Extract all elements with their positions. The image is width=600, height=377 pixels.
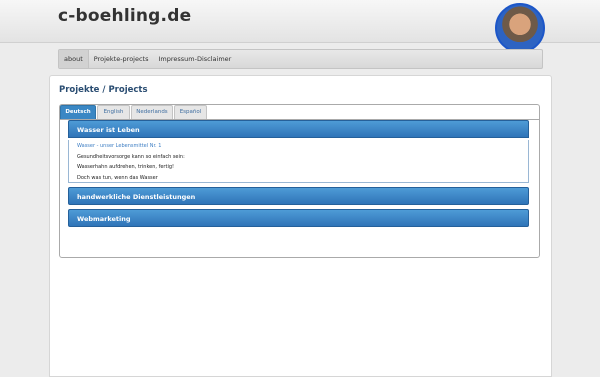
site-header: c-boehling.de — [0, 0, 600, 53]
tab-panel-deutsch: Wasser ist Leben Wasser - unser Lebensmi… — [60, 119, 539, 258]
main-nav: about Projekte-projects Impressum-Discla… — [58, 49, 543, 69]
nav-item-projects[interactable]: Projekte-projects — [89, 50, 154, 68]
nav-item-impressum[interactable]: Impressum-Disclaimer — [154, 50, 237, 68]
page-title: Projekte / Projects — [59, 85, 148, 95]
article-text-line: Doch was tun, wenn das Wasser — [77, 174, 158, 181]
tab-deutsch[interactable]: Deutsch — [60, 105, 96, 120]
content-area: Projekte / Projects Deutsch English Nede… — [49, 75, 552, 377]
nav-item-about[interactable]: about — [59, 50, 89, 68]
article-link[interactable]: Wasser - unser Lebensmittel Nr. 1 — [77, 141, 520, 152]
accordion-header-dienstleistungen[interactable]: handwerkliche Dienstleistungen — [68, 187, 529, 205]
language-tabs: Deutsch English Nederlands Español Wasse… — [59, 104, 540, 258]
accordion-header-wasser[interactable]: Wasser ist Leben — [68, 120, 529, 138]
site-title[interactable]: c-boehling.de — [58, 6, 191, 26]
article-text-line: Gesundheitsvorsorge kann so einfach sein… — [77, 153, 185, 160]
article-text-line: Wasserhahn aufdrehen, trinken, fertig! — [77, 164, 175, 170]
profile-photo — [495, 3, 545, 53]
accordion-header-webmarketing[interactable]: Webmarketing — [68, 209, 529, 227]
tab-english[interactable]: English — [97, 105, 130, 120]
tab-espanol[interactable]: Español — [174, 105, 207, 120]
tab-nederlands[interactable]: Nederlands — [131, 105, 173, 120]
accordion-body-wasser: Wasser - unser Lebensmittel Nr. 1 Gesund… — [68, 140, 529, 183]
